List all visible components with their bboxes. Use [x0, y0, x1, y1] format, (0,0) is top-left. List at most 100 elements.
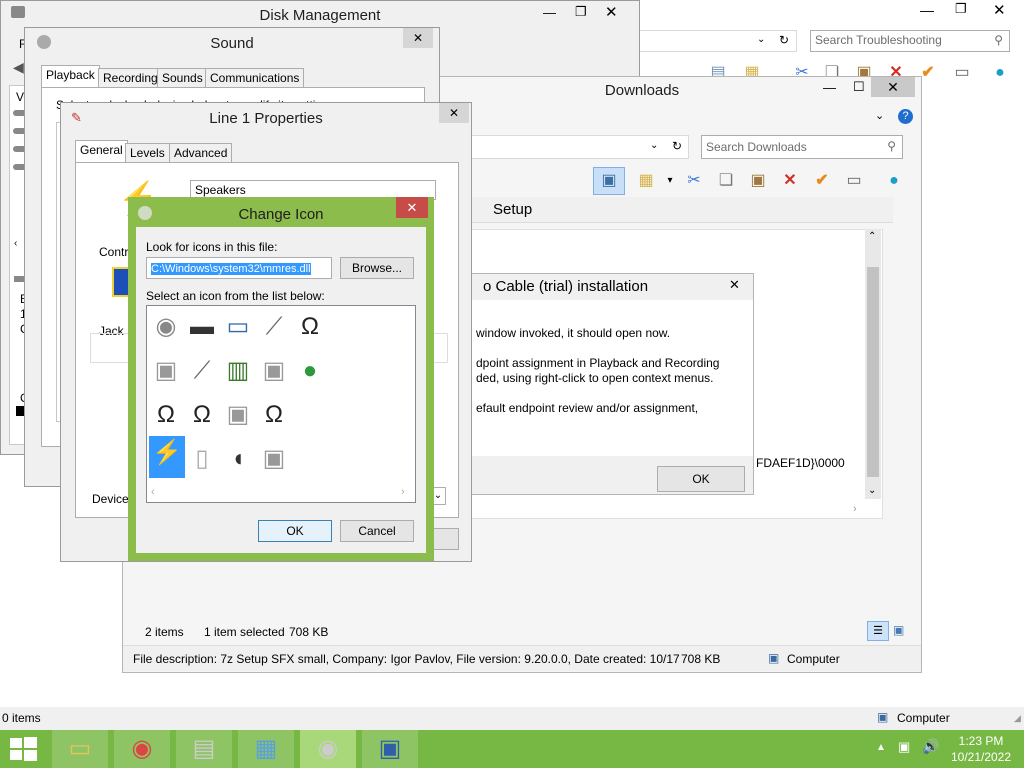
sound-card-icon[interactable]: ▥ — [221, 354, 255, 388]
browse-button[interactable]: Browse... — [340, 257, 414, 279]
scroll-thumb[interactable] — [867, 267, 879, 477]
scroll-right-icon[interactable]: › — [401, 486, 405, 498]
preview-pane-icon[interactable]: ▣ — [593, 167, 625, 195]
vac-installation-dialog: o Cable (trial) installation ✕ window in… — [470, 273, 754, 495]
copy-icon[interactable]: ❏ — [715, 170, 737, 192]
message-line: window invoked, it should open now. — [476, 326, 671, 340]
minimize-icon[interactable]: — — [920, 2, 934, 18]
tab-sounds[interactable]: Sounds — [157, 68, 208, 87]
speaker-icon[interactable]: ◉ — [149, 310, 183, 344]
refresh-icon[interactable]: ↻ — [779, 33, 789, 47]
resize-grip-icon[interactable]: ◢ — [1014, 713, 1021, 724]
control-panel-icon[interactable]: ▦ — [238, 730, 294, 768]
search-icon: ⚲ — [994, 33, 1003, 47]
webcam-icon[interactable]: ◖ — [221, 442, 255, 476]
status-size: 708 KB — [289, 625, 329, 639]
clock-date[interactable]: 10/21/2022 — [948, 750, 1014, 764]
tab-communications[interactable]: Communications — [205, 68, 305, 87]
large-icons-view-icon[interactable]: ▣ — [893, 623, 904, 637]
scroll-left-icon[interactable]: ‹ — [14, 238, 17, 249]
volume-icon[interactable]: 🔊 — [922, 738, 939, 755]
close-button[interactable]: ✕ — [396, 197, 428, 218]
start-windows-icon[interactable] — [10, 737, 38, 761]
ok-button[interactable]: OK — [657, 466, 745, 492]
properties-icon[interactable]: ▦ — [635, 170, 657, 192]
search-icon: ⚲ — [887, 139, 896, 153]
close-button[interactable]: ✕ — [403, 28, 433, 48]
help-icon[interactable]: ? — [898, 109, 913, 124]
scanner-icon[interactable]: ▤ — [176, 730, 232, 768]
headphones-icon[interactable]: Ω — [293, 310, 327, 344]
message-line: efault endpoint review and/or assignment… — [476, 401, 699, 415]
chevron-down-icon[interactable]: ⌄ — [757, 34, 765, 45]
headphones-icon[interactable]: Ω — [185, 398, 219, 432]
minimize-icon[interactable]: — — [823, 80, 836, 95]
chrome-icon[interactable]: ◉ — [114, 730, 170, 768]
paste-icon[interactable]: ▣ — [747, 170, 769, 192]
file-size: 708 KB — [681, 652, 721, 666]
status-items: 2 items — [145, 625, 184, 639]
tab-recording[interactable]: Recording — [98, 68, 163, 87]
clock-time[interactable]: 1:23 PM — [958, 734, 1004, 748]
file-explorer-icon[interactable]: ▭ — [52, 730, 108, 768]
scroll-up-icon[interactable]: ⌃ — [868, 231, 876, 242]
speaker-box-icon[interactable]: ▣ — [221, 398, 255, 432]
globe-icon[interactable]: ● — [883, 170, 905, 192]
back-arrow-icon[interactable]: ◀ — [13, 59, 24, 76]
speaker-box-icon[interactable]: ▣ — [257, 442, 291, 476]
sound-icon[interactable]: ◉ — [300, 730, 356, 768]
tab-advanced[interactable]: Advanced — [169, 143, 233, 162]
network-computer-icon[interactable]: ▣ — [362, 730, 418, 768]
rename-icon[interactable]: ▭ — [843, 170, 865, 192]
tab-playback[interactable]: Playback — [41, 65, 100, 88]
icon-list[interactable]: ‹ › ◉ ▬ ▭ ⟋ Ω ▣ ⟋ ▥ ▣ ● Ω Ω ▣ Ω ⚡ ▯ ◖ ▣ — [146, 305, 416, 503]
restore-icon[interactable]: ❐ — [955, 1, 967, 17]
delete-icon[interactable]: ✕ — [779, 170, 801, 192]
icon-file-value: C:\Windows\system32\mmres.dll — [151, 263, 311, 275]
headphones-icon[interactable]: Ω — [149, 398, 183, 432]
chevron-down-icon[interactable]: ⌄ — [875, 109, 884, 122]
scroll-right-icon[interactable]: › — [853, 503, 857, 515]
search-troubleshooting-input[interactable]: Search Troubleshooting ⚲ — [810, 30, 1010, 52]
speaker-box-icon[interactable]: ▣ — [257, 354, 291, 388]
network-icon[interactable]: ▣ — [898, 739, 910, 755]
speaker-box-icon[interactable]: ▣ — [149, 354, 183, 388]
globe-icon[interactable]: ● — [989, 62, 1011, 84]
rename-icon[interactable]: ▭ — [951, 62, 973, 84]
phone-green-icon[interactable]: ● — [293, 354, 327, 388]
tab-general[interactable]: General — [75, 140, 128, 163]
refresh-icon[interactable]: ↻ — [672, 139, 682, 153]
close-icon[interactable]: ✕ — [605, 3, 618, 21]
chevron-down-icon[interactable]: ⌄ — [650, 140, 658, 151]
restore-icon[interactable]: ❐ — [575, 4, 587, 20]
scroll-left-icon[interactable]: ‹ — [151, 486, 155, 498]
close-icon[interactable]: ✕ — [729, 277, 740, 293]
minimize-icon[interactable]: — — [543, 5, 556, 20]
ok-button[interactable]: OK — [258, 520, 332, 542]
scroll-down-icon[interactable]: ⌄ — [868, 485, 876, 496]
check-icon[interactable]: ✔ — [811, 170, 833, 192]
cut-icon[interactable]: ✂ — [683, 170, 705, 192]
headphones-icon[interactable]: Ω — [257, 398, 291, 432]
tab-levels[interactable]: Levels — [125, 143, 170, 162]
close-icon[interactable]: ✕ — [993, 1, 1006, 19]
icon-file-field[interactable]: C:\Windows\system32\mmres.dll — [146, 257, 332, 279]
details-view-icon[interactable]: ☰ — [867, 621, 889, 641]
microphone-stand-icon[interactable]: ⟋ — [257, 310, 291, 344]
setup-label: Setup — [493, 201, 533, 218]
monitor-icon[interactable]: ▭ — [221, 310, 255, 344]
receiver-icon[interactable]: ▬ — [185, 310, 219, 344]
show-hidden-icons[interactable]: ▲ — [876, 742, 886, 753]
vertical-scrollbar[interactable]: ⌃ ⌄ — [865, 229, 881, 499]
close-button[interactable]: ✕ — [871, 77, 915, 97]
address-bar[interactable]: ⌄ ↻ — [637, 30, 797, 52]
cable-icon[interactable]: ⚡ — [149, 436, 185, 478]
cancel-button[interactable]: Cancel — [340, 520, 414, 542]
maximize-icon[interactable]: ☐ — [853, 79, 865, 95]
microphone-stand-icon[interactable]: ⟋ — [185, 354, 219, 388]
window-title: Change Icon — [238, 206, 324, 223]
dropdown-arrow-icon[interactable]: ▾ — [659, 170, 681, 192]
search-downloads-input[interactable]: Search Downloads ⚲ — [701, 135, 903, 159]
handset-icon[interactable]: ▯ — [185, 442, 219, 476]
close-button[interactable]: ✕ — [439, 103, 469, 123]
